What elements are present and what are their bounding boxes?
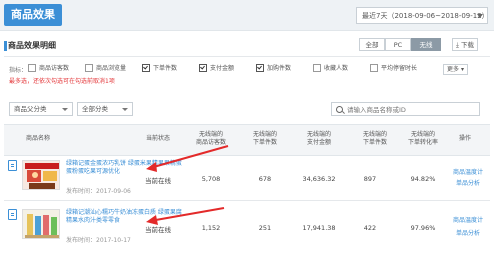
annotation-arrow xyxy=(146,207,225,225)
annotation-arrow xyxy=(146,145,229,172)
annotation-overlay xyxy=(146,145,229,225)
